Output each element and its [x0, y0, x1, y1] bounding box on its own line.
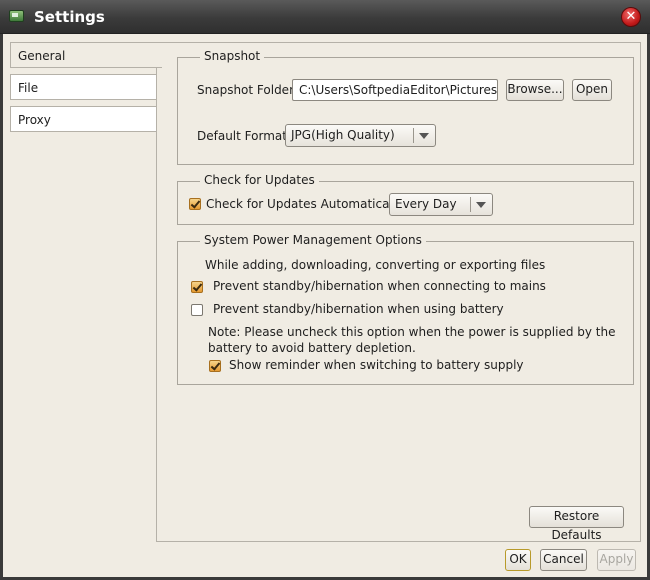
open-button[interactable]: Open	[572, 79, 612, 101]
snapshot-folder-input[interactable]: C:\Users\SoftpediaEditor\Pictures	[292, 79, 498, 101]
tab-proxy[interactable]: Proxy	[10, 106, 158, 132]
show-reminder-label: Show reminder when switching to battery …	[229, 358, 524, 372]
power-legend: System Power Management Options	[200, 233, 426, 247]
update-frequency-select[interactable]: Every Day	[389, 193, 493, 216]
chevron-down-icon	[419, 133, 429, 139]
tab-file[interactable]: File	[10, 74, 158, 100]
prevent-mains-checkbox[interactable]	[191, 281, 203, 293]
general-panel: Snapshot Snapshot Folder: C:\Users\Softp…	[156, 42, 641, 542]
snapshot-legend: Snapshot	[200, 49, 265, 63]
apply-button[interactable]: Apply	[597, 549, 636, 571]
app-icon	[9, 10, 24, 22]
default-format-label: Default Format:	[197, 129, 291, 143]
tab-file-label: File	[18, 81, 39, 95]
auto-update-label: Check for Updates Automatically:	[206, 197, 407, 211]
prevent-battery-checkbox[interactable]	[191, 304, 203, 316]
snapshot-folder-label: Snapshot Folder:	[197, 83, 298, 97]
prevent-mains-label: Prevent standby/hibernation when connect…	[213, 279, 546, 293]
browse-button[interactable]: Browse...	[506, 79, 564, 101]
power-intro: While adding, downloading, converting or…	[205, 258, 546, 272]
power-group: System Power Management Options While ad…	[177, 233, 634, 385]
tab-general-label: General	[18, 49, 66, 63]
default-format-select[interactable]: JPG(High Quality)	[285, 124, 436, 147]
update-frequency-value: Every Day	[395, 197, 457, 211]
tab-proxy-label: Proxy	[18, 113, 51, 127]
auto-update-checkbox[interactable]	[189, 198, 201, 210]
battery-note: Note: Please uncheck this option when th…	[208, 325, 616, 355]
restore-defaults-button[interactable]: Restore Defaults	[529, 506, 624, 542]
tab-general[interactable]: General	[10, 42, 162, 68]
updates-group: Check for Updates Check for Updates Auto…	[177, 173, 634, 225]
updates-legend: Check for Updates	[200, 173, 319, 187]
default-format-value: JPG(High Quality)	[291, 128, 395, 142]
close-icon: ✕	[625, 9, 637, 24]
snapshot-group: Snapshot Snapshot Folder: C:\Users\Softp…	[177, 49, 634, 165]
cancel-button[interactable]: Cancel	[540, 549, 587, 571]
window-title: Settings	[34, 8, 105, 26]
ok-button[interactable]: OK	[505, 549, 531, 571]
settings-dialog: General File Proxy Snapshot Snapshot Fol…	[3, 34, 647, 577]
prevent-battery-label: Prevent standby/hibernation when using b…	[213, 302, 504, 316]
show-reminder-checkbox[interactable]	[209, 360, 221, 372]
chevron-down-icon	[476, 202, 486, 208]
title-bar[interactable]: Settings ✕	[0, 0, 650, 34]
close-button[interactable]: ✕	[621, 7, 641, 27]
